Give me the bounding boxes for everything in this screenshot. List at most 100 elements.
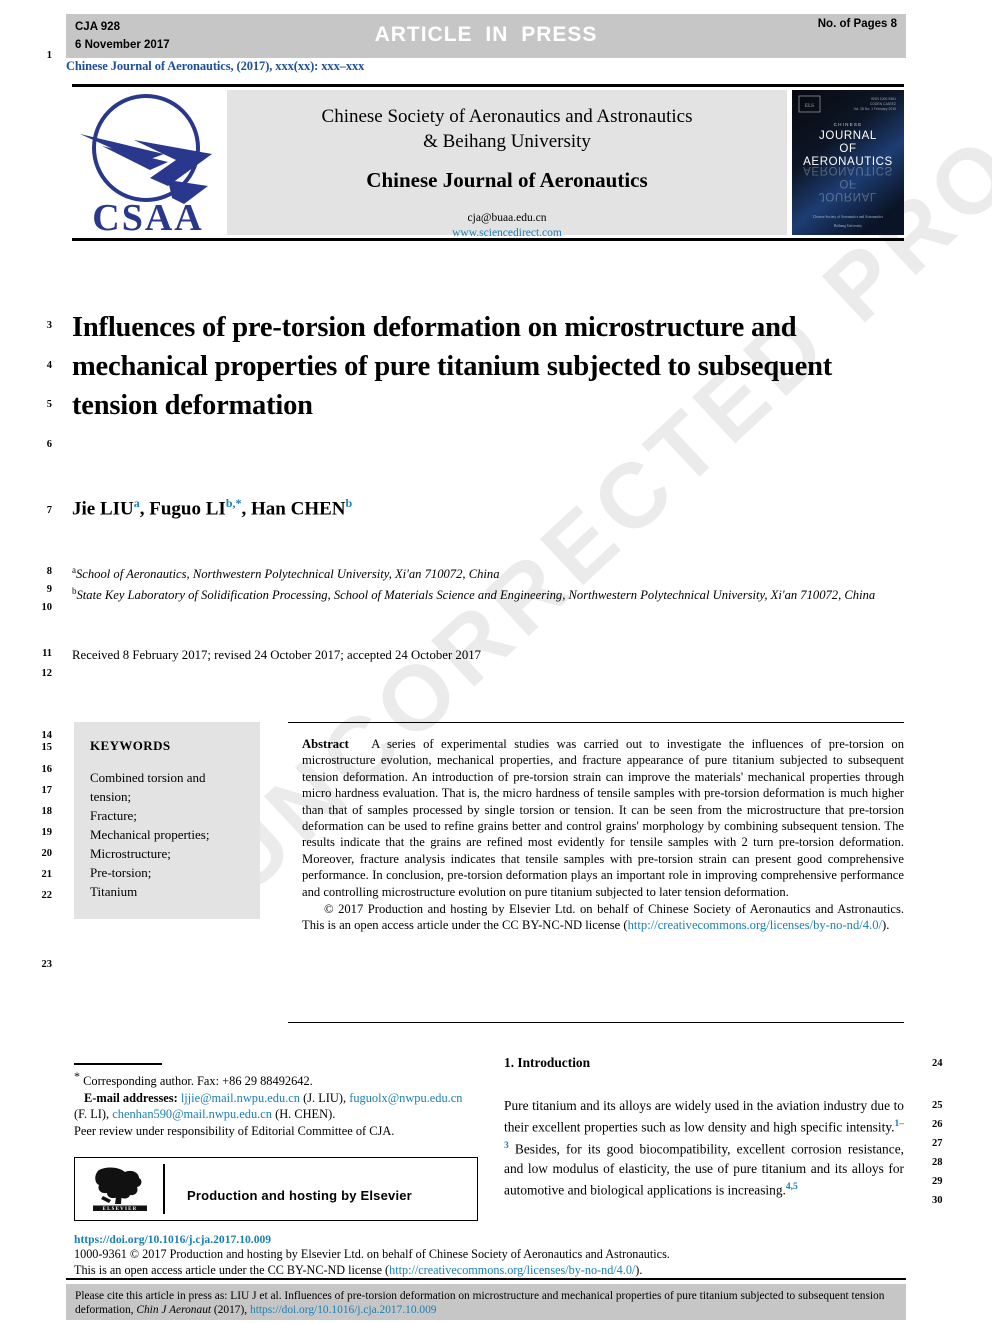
email-addresses-note: E-mail addresses: ljjie@mail.nwpu.edu.cn… <box>74 1090 478 1123</box>
elsevier-divider <box>163 1164 165 1214</box>
masthead-rule-bottom <box>72 238 904 241</box>
line-number: 12 <box>41 668 53 679</box>
society-name: Chinese Society of Aeronautics and Astro… <box>227 104 787 154</box>
affiliation-text-a: School of Aeronautics, Northwestern Poly… <box>76 567 500 582</box>
svg-text:CHINESE: CHINESE <box>834 122 863 127</box>
journal-title: Chinese Journal of Aeronautics <box>366 168 648 192</box>
journal-cover-thumbnail: ELS ISSN 1000-9361 CODEN CJAEEZ Vol. 28 … <box>792 90 904 235</box>
page-title: Influences of pre-torsion deformation on… <box>72 312 833 421</box>
abstract-label: Abstract <box>302 737 349 751</box>
society-line-1: Chinese Society of Aeronautics and Astro… <box>321 106 693 127</box>
line-number: 26 <box>932 1119 943 1130</box>
line-number: 14 <box>41 730 53 741</box>
affiliation-list: aSchool of Aeronautics, Northwestern Pol… <box>72 562 892 605</box>
svg-text:OF: OF <box>839 143 856 155</box>
author-mark-0: a <box>133 496 140 510</box>
line-number: 3 <box>46 320 52 331</box>
affiliation-b: bState Key Laboratory of Solidification … <box>72 583 892 604</box>
keywords-panel: KEYWORDS Combined torsion and tension; F… <box>74 722 260 919</box>
line-number: 18 <box>41 806 53 817</box>
svg-text:Beihang University: Beihang University <box>834 224 862 228</box>
author-name-2: Han CHEN <box>251 498 346 520</box>
email-link-chen[interactable]: chenhan590@mail.nwpu.edu.cn <box>112 1107 272 1121</box>
introduction-text-a: Pure titanium and its alloys are widely … <box>504 1098 904 1135</box>
svg-text:ELS: ELS <box>805 104 814 109</box>
line-number: 1 <box>46 50 52 61</box>
line-number: 25 <box>932 1100 943 1111</box>
svg-text:Chinese Society of Aeronautics: Chinese Society of Aeronautics and Astro… <box>813 215 884 219</box>
svg-text:JOURNAL: JOURNAL <box>819 190 877 202</box>
email-owner-li: (F. LI), <box>74 1107 110 1122</box>
svg-text:AERONAUTICS: AERONAUTICS <box>803 164 893 176</box>
keywords-list: Combined torsion and tension; Fracture; … <box>90 768 246 901</box>
license-line: This is an open access article under the… <box>74 1263 914 1278</box>
line-number: 20 <box>41 848 53 859</box>
license-suffix: ). <box>635 1262 643 1277</box>
publisher-license-link[interactable]: http://creativecommons.org/licenses/by-n… <box>389 1263 635 1277</box>
cite-doi-link[interactable]: https://doi.org/10.1016/j.cja.2017.10.00… <box>250 1304 436 1316</box>
line-number: 28 <box>932 1157 943 1168</box>
line-number: 15 <box>41 742 53 753</box>
csaa-logo: CSAA <box>72 90 224 239</box>
line-number: 10 <box>41 602 53 613</box>
doi-link[interactable]: https://doi.org/10.1016/j.cja.2017.10.00… <box>74 1232 914 1247</box>
line-number: 23 <box>41 959 53 970</box>
introduction-paragraph: Pure titanium and its alloys are widely … <box>504 1096 904 1199</box>
line-number: 21 <box>41 869 53 880</box>
keywords-heading: KEYWORDS <box>90 738 171 753</box>
affiliation-text-b: State Key Laboratory of Solidification P… <box>76 588 876 603</box>
abstract-text: Abstract A series of experimental studie… <box>302 736 904 900</box>
line-number: 7 <box>46 505 52 516</box>
line-number: 11 <box>42 648 52 659</box>
author-mark-2: b <box>345 496 353 510</box>
cite-this-article-box: Please cite this article in press as: LI… <box>66 1284 906 1320</box>
email-link-li[interactable]: fuguolx@nwpu.edu.cn <box>349 1091 462 1105</box>
line-number: 24 <box>932 1058 943 1069</box>
email-link-liu[interactable]: ljjie@mail.nwpu.edu.cn <box>181 1091 300 1105</box>
line-number: 29 <box>932 1176 943 1187</box>
svg-text:OF: OF <box>839 177 856 189</box>
asterisk-icon: * <box>74 1069 80 1083</box>
email-owner-chen: (H. CHEN). <box>275 1107 336 1122</box>
line-number: 27 <box>932 1138 943 1149</box>
peer-review-note: Peer review under responsibility of Edit… <box>74 1123 395 1138</box>
line-number-gutter-left: 1 3 4 5 6 7 8 9 10 11 12 14 15 16 17 18 … <box>0 0 62 1323</box>
line-number: 9 <box>46 584 52 595</box>
abstract-copyright: © 2017 Production and hosting by Elsevie… <box>302 901 904 934</box>
line-number: 19 <box>41 827 53 838</box>
cite-year: (2017), <box>213 1304 248 1316</box>
elsevier-tree-logo: ELSEVIER <box>89 1166 151 1212</box>
line-number: 30 <box>932 1195 943 1206</box>
article-in-press-banner: CJA 928 6 November 2017 ARTICLE IN PRESS… <box>66 14 906 58</box>
article-history: Received 8 February 2017; revised 24 Oct… <box>72 648 482 662</box>
masthead-rule-top <box>72 84 904 87</box>
email-owner-liu: (J. LIU), <box>303 1090 347 1105</box>
society-line-2: & Beihang University <box>423 131 591 152</box>
introduction-text-b: Besides, for its good biocompatibility, … <box>504 1141 904 1198</box>
corresponding-author-text: Corresponding author. Fax: +86 29 884926… <box>83 1074 313 1089</box>
citation-ref-2[interactable]: 4,5 <box>786 1182 798 1192</box>
author-list: Jie LIUa, Fuguo LIb,*, Han CHENb <box>72 496 353 520</box>
running-head: Chinese Journal of Aeronautics, (2017), … <box>66 59 365 73</box>
svg-text:CSAA: CSAA <box>92 197 203 236</box>
masthead-center-panel: Chinese Society of Aeronautics and Astro… <box>227 90 787 239</box>
keyword-item: Pre-torsion; <box>90 865 152 880</box>
svg-text:Vol. 28 No. 1 February 2015: Vol. 28 No. 1 February 2015 <box>854 107 897 111</box>
abstract-body: A series of experimental studies was car… <box>302 737 905 899</box>
footer-rule <box>66 1278 906 1280</box>
paper-page: UNCORRECTED PROOF CJA 928 6 November 201… <box>0 0 992 1323</box>
author-name-0: Jie LIU <box>72 498 134 520</box>
elsevier-hosting-text: Production and hosting by Elsevier <box>187 1188 412 1203</box>
keyword-item: Fracture; <box>90 808 137 823</box>
author-name-1: Fuguo LI <box>149 498 226 520</box>
email-label: E-mail addresses: <box>84 1090 178 1105</box>
cite-journal-abbrev: Chin J Aeronaut <box>136 1304 212 1316</box>
keyword-item: Titanium <box>90 884 138 899</box>
svg-text:ISSN 1000-9361: ISSN 1000-9361 <box>871 97 896 101</box>
abstract-copyright-tail: ). <box>882 918 890 933</box>
section-heading-introduction: 1. Introduction <box>504 1055 591 1070</box>
line-number: 17 <box>41 785 53 796</box>
author-mark-1: b,* <box>225 496 242 510</box>
abstract-license-link[interactable]: http://creativecommons.org/licenses/by-n… <box>628 918 882 932</box>
line-number: 16 <box>41 764 53 775</box>
